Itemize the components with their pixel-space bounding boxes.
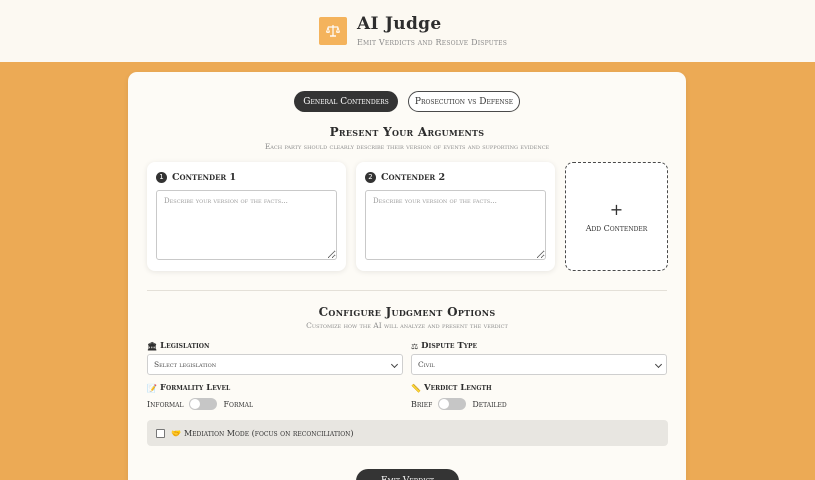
- contender-number-badge: 1: [156, 171, 167, 183]
- legislation-label: 🏛 Legislation: [147, 341, 210, 351]
- verdict-length-right-label: Detailed: [472, 399, 507, 409]
- verdict-length-label: 📏 Verdict Length: [411, 383, 492, 393]
- mediation-mode-row[interactable]: 🤝 Mediation Mode (focus on reconciliation…: [147, 420, 668, 446]
- legislation-label-text: Legislation: [160, 341, 210, 351]
- add-contender-button[interactable]: + Add Contender: [565, 162, 668, 271]
- formality-left-label: Informal: [147, 399, 184, 409]
- contender-1-textarea[interactable]: [156, 190, 337, 260]
- contender-number-badge: 2: [365, 171, 376, 183]
- contender-2-textarea[interactable]: [365, 190, 546, 260]
- emit-verdict-button[interactable]: Emit Verdict: [356, 469, 459, 480]
- contender-card-1: 1 Contender 1: [147, 162, 346, 271]
- dispute-type-label: ⚖ Dispute Type: [411, 341, 477, 351]
- chevron-down-icon: [654, 360, 663, 369]
- contender-title: Contender 2: [381, 171, 446, 183]
- app-header: AI Judge Emit Verdicts and Resolve Dispu…: [0, 0, 815, 62]
- tab-prosecution-vs-defense[interactable]: Prosecution vs Defense: [408, 91, 520, 112]
- tab-general-contenders[interactable]: General Contenders: [294, 91, 398, 112]
- formality-toggle[interactable]: [189, 398, 218, 410]
- legislation-select-value: Select legislation: [154, 360, 217, 369]
- verdict-length-toggle[interactable]: [438, 398, 467, 410]
- plus-icon: +: [609, 199, 624, 219]
- chevron-down-icon: [390, 360, 399, 369]
- dispute-type-select[interactable]: Civil: [411, 354, 667, 375]
- contender-header: 2 Contender 2: [365, 171, 445, 183]
- mediation-label-text: Mediation Mode (focus on reconciliation): [183, 428, 354, 438]
- verdict-length-label-text: Verdict Length: [423, 383, 492, 393]
- toggle-knob: [439, 399, 450, 409]
- add-contender-label: Add Contender: [585, 223, 648, 233]
- options-subtitle: Customize how the AI will analyze and pr…: [306, 321, 508, 330]
- app-subtitle: Emit Verdicts and Resolve Disputes: [357, 38, 508, 47]
- options-title: Configure Judgment Options: [318, 305, 496, 319]
- arguments-title: Present Your Arguments: [329, 125, 485, 139]
- toggle-knob: [190, 399, 201, 409]
- memo-icon: 📝: [147, 383, 157, 393]
- handshake-icon: 🤝: [171, 428, 181, 438]
- scales-icon: [319, 17, 347, 45]
- formality-label-text: Formality Level: [159, 383, 231, 393]
- verdict-length-left-label: Brief: [411, 399, 433, 409]
- formality-right-label: Formal: [223, 399, 253, 409]
- mediation-label: 🤝 Mediation Mode (focus on reconciliation…: [171, 429, 354, 438]
- section-divider: [147, 290, 667, 291]
- dispute-type-label-text: Dispute Type: [421, 341, 478, 351]
- institution-icon: 🏛: [147, 341, 158, 351]
- formality-label: 📝 Formality Level: [147, 383, 230, 393]
- scales-icon: ⚖: [411, 341, 419, 351]
- contender-card-2: 2 Contender 2: [356, 162, 555, 271]
- verdict-length-toggle-row: Brief Detailed: [411, 398, 507, 410]
- legislation-select[interactable]: Select legislation: [147, 354, 403, 375]
- mediation-checkbox[interactable]: [156, 428, 165, 438]
- contender-header: 1 Contender 1: [156, 171, 236, 183]
- main-card: General Contenders Prosecution vs Defens…: [128, 72, 686, 480]
- arguments-subtitle: Each party should clearly describe their…: [264, 142, 550, 151]
- dispute-type-select-value: Civil: [418, 360, 435, 369]
- ruler-icon: 📏: [411, 383, 421, 393]
- contender-title: Contender 1: [172, 171, 237, 183]
- app-title: AI Judge: [357, 14, 442, 34]
- formality-toggle-row: Informal Formal: [147, 398, 253, 410]
